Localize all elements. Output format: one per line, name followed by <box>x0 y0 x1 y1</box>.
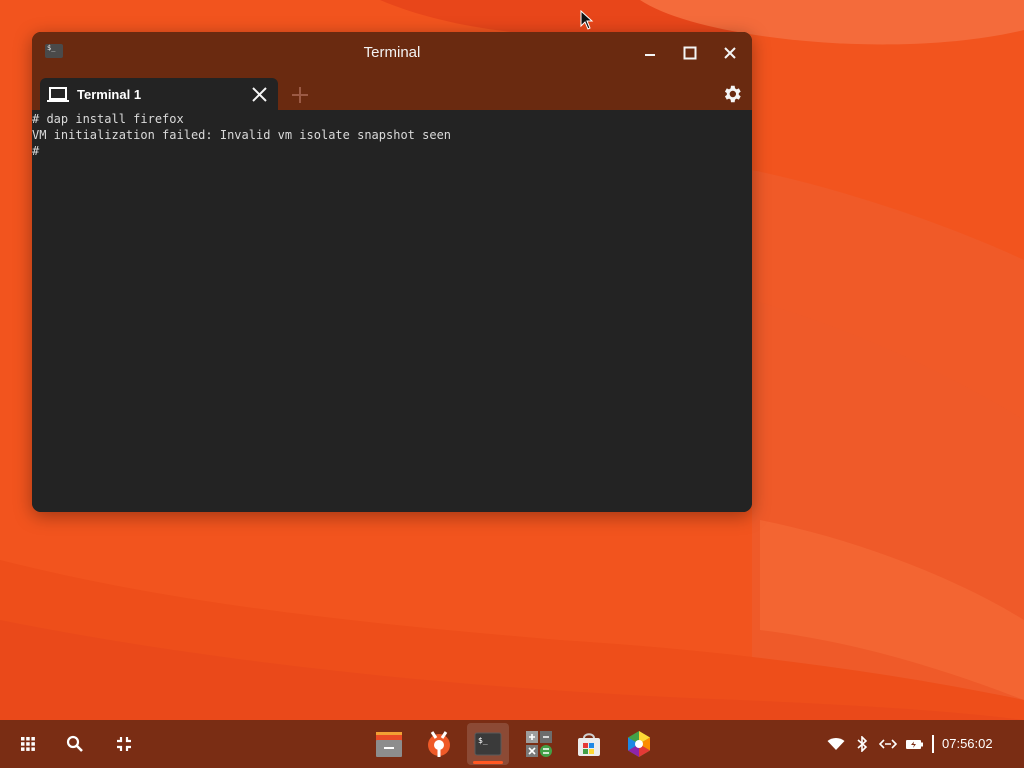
terminal-icon: $_ <box>474 732 502 756</box>
terminal-window: $_ Terminal Terminal 1 # dap install fir… <box>32 32 752 512</box>
window-titlebar[interactable]: $_ Terminal Terminal 1 <box>32 32 752 110</box>
wifi-icon <box>827 738 845 750</box>
files-app[interactable] <box>368 723 410 765</box>
settings-app[interactable] <box>418 723 460 765</box>
search-button[interactable] <box>63 732 87 756</box>
close-icon <box>724 47 736 59</box>
terminal-icon-glyph: $_ <box>478 736 488 745</box>
battery-icon <box>906 740 923 749</box>
clock[interactable]: 07:56:02 <box>942 736 993 751</box>
bluetooth-icon <box>857 736 868 752</box>
calculator-icon <box>526 731 552 757</box>
store-bag-icon <box>578 733 600 756</box>
search-icon <box>66 735 83 752</box>
vpn-status[interactable] <box>876 732 900 756</box>
terminal-line: VM initialization failed: Invalid vm iso… <box>32 128 452 142</box>
mouse-pointer-icon <box>580 10 594 30</box>
laptop-icon <box>47 87 69 102</box>
close-button[interactable] <box>719 42 741 64</box>
gear-icon[interactable] <box>721 83 743 105</box>
launcher-icon <box>21 737 35 751</box>
hexagon-browser-icon <box>628 731 650 757</box>
battery-status[interactable] <box>903 732 927 756</box>
maximize-button[interactable] <box>679 42 701 64</box>
launcher-button[interactable] <box>16 732 40 756</box>
minimize-button[interactable] <box>639 42 661 64</box>
tab-close-icon[interactable] <box>251 86 268 103</box>
wifi-status[interactable] <box>824 732 848 756</box>
plus-icon[interactable] <box>291 86 309 104</box>
vpn-icon <box>879 739 897 749</box>
overview-icon <box>117 737 131 751</box>
desktop: $_ Terminal Terminal 1 # dap install fir… <box>0 0 1024 768</box>
overview-button[interactable] <box>112 732 136 756</box>
files-icon <box>376 732 402 757</box>
active-app-indicator <box>473 761 503 764</box>
shelf: $_ 07:56:02 <box>0 720 1024 768</box>
tab-label: Terminal 1 <box>77 87 142 102</box>
browser-app[interactable] <box>618 723 660 765</box>
terminal-output[interactable]: # dap install firefox VM initialization … <box>32 110 752 512</box>
tab-terminal-1[interactable]: Terminal 1 <box>40 78 278 110</box>
maximize-icon <box>683 46 697 60</box>
bluetooth-status[interactable] <box>850 732 874 756</box>
terminal-app[interactable]: $_ <box>467 723 509 765</box>
tray-divider <box>932 735 934 753</box>
wrench-gear-icon <box>428 731 450 757</box>
minimize-icon <box>645 54 655 56</box>
store-app[interactable] <box>568 723 610 765</box>
terminal-prompt: # <box>32 144 40 158</box>
terminal-line: # dap install firefox <box>32 112 184 126</box>
calculator-app[interactable] <box>518 723 560 765</box>
